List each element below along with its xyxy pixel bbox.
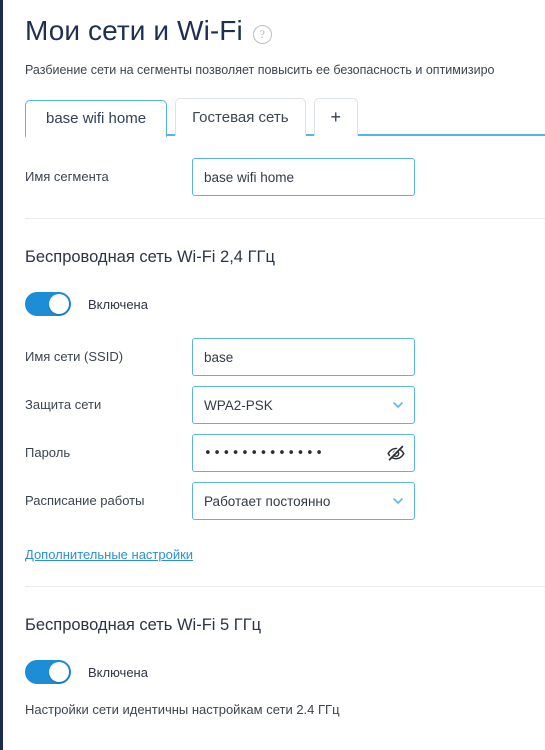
segment-name-input[interactable] xyxy=(192,158,415,196)
wifi-24-password-row: Пароль ••••••••••••• xyxy=(25,434,525,472)
wifi-24-security-label: Защита сети xyxy=(25,397,102,412)
wifi-24-section-title: Беспроводная сеть Wi-Fi 2,4 ГГц xyxy=(25,248,275,266)
tab-base-wifi-home[interactable]: base wifi home xyxy=(25,100,168,138)
advanced-settings-row: Дополнительные настройки xyxy=(25,546,525,564)
plus-icon: + xyxy=(330,107,342,127)
wifi-5-section-title: Беспроводная сеть Wi-Fi 5 ГГц xyxy=(25,616,262,634)
tab-strip: base wifi home Гостевая сеть + xyxy=(25,98,359,138)
question-circle-icon[interactable]: ? xyxy=(252,24,272,44)
wifi-24-ssid-input[interactable] xyxy=(192,338,415,376)
settings-page: Мои сети и Wi-Fi ? Разбиение сети на сег… xyxy=(3,0,545,750)
wifi-24-ssid-control xyxy=(192,338,415,376)
title-row: Мои сети и Wi-Fi ? xyxy=(25,0,545,48)
tab-label: base wifi home xyxy=(46,110,147,127)
wifi-24-security-select[interactable] xyxy=(192,386,415,424)
wifi-5-toggle-row: Включена xyxy=(25,660,525,684)
wifi-5-toggle-label: Включена xyxy=(88,664,148,680)
segment-name-label: Имя сегмента xyxy=(25,169,109,184)
wifi-24-toggle-row: Включена xyxy=(25,292,525,316)
eye-off-icon[interactable] xyxy=(386,444,406,462)
wifi-5-enable-toggle[interactable] xyxy=(25,660,71,684)
page-description: Разбиение сети на сегменты позволяет пов… xyxy=(25,63,495,77)
page-title: Мои сети и Wi-Fi xyxy=(25,15,243,46)
page-header: Мои сети и Wi-Fi ? Разбиение сети на сег… xyxy=(3,0,545,78)
wifi-24-ssid-row: Имя сети (SSID) xyxy=(25,338,525,376)
segment-tabs: base wifi home Гостевая сеть + xyxy=(3,96,545,138)
wifi-24-schedule-label: Расписание работы xyxy=(25,493,145,508)
segment-name-section: Имя сегмента xyxy=(3,136,545,196)
tab-label: Гостевая сеть xyxy=(192,109,289,126)
wifi-24-toggle-label: Включена xyxy=(88,296,148,312)
wifi-5-section: Беспроводная сеть Wi-Fi 5 ГГц Включена Н… xyxy=(3,587,545,718)
wifi-24-security-control[interactable] xyxy=(192,386,415,424)
wifi-24-password-input[interactable] xyxy=(192,434,415,472)
left-nav-edge-rail xyxy=(0,0,3,750)
wifi-24-schedule-control[interactable] xyxy=(192,482,415,520)
toggle-knob xyxy=(49,294,69,314)
tab-add-segment-button[interactable]: + xyxy=(313,98,359,136)
advanced-settings-link[interactable]: Дополнительные настройки xyxy=(25,547,193,562)
segment-name-row: Имя сегмента xyxy=(25,158,525,196)
wifi-5-note: Настройки сети идентичны настройкам сети… xyxy=(25,702,340,717)
toggle-knob xyxy=(49,662,69,682)
segment-name-control xyxy=(192,158,415,196)
wifi-24-ssid-label: Имя сети (SSID) xyxy=(25,349,124,364)
wifi-24-enable-toggle[interactable] xyxy=(25,292,71,316)
wifi-24-schedule-row: Расписание работы xyxy=(25,482,525,520)
wifi-24-password-control: ••••••••••••• xyxy=(192,434,415,472)
tab-guest-network[interactable]: Гостевая сеть xyxy=(175,98,306,136)
wifi-24-section: Беспроводная сеть Wi-Fi 2,4 ГГц Включена… xyxy=(3,219,545,564)
wifi-24-password-label: Пароль xyxy=(25,445,71,460)
wifi-24-security-row: Защита сети xyxy=(25,386,525,424)
wifi-24-schedule-select[interactable] xyxy=(192,482,415,520)
